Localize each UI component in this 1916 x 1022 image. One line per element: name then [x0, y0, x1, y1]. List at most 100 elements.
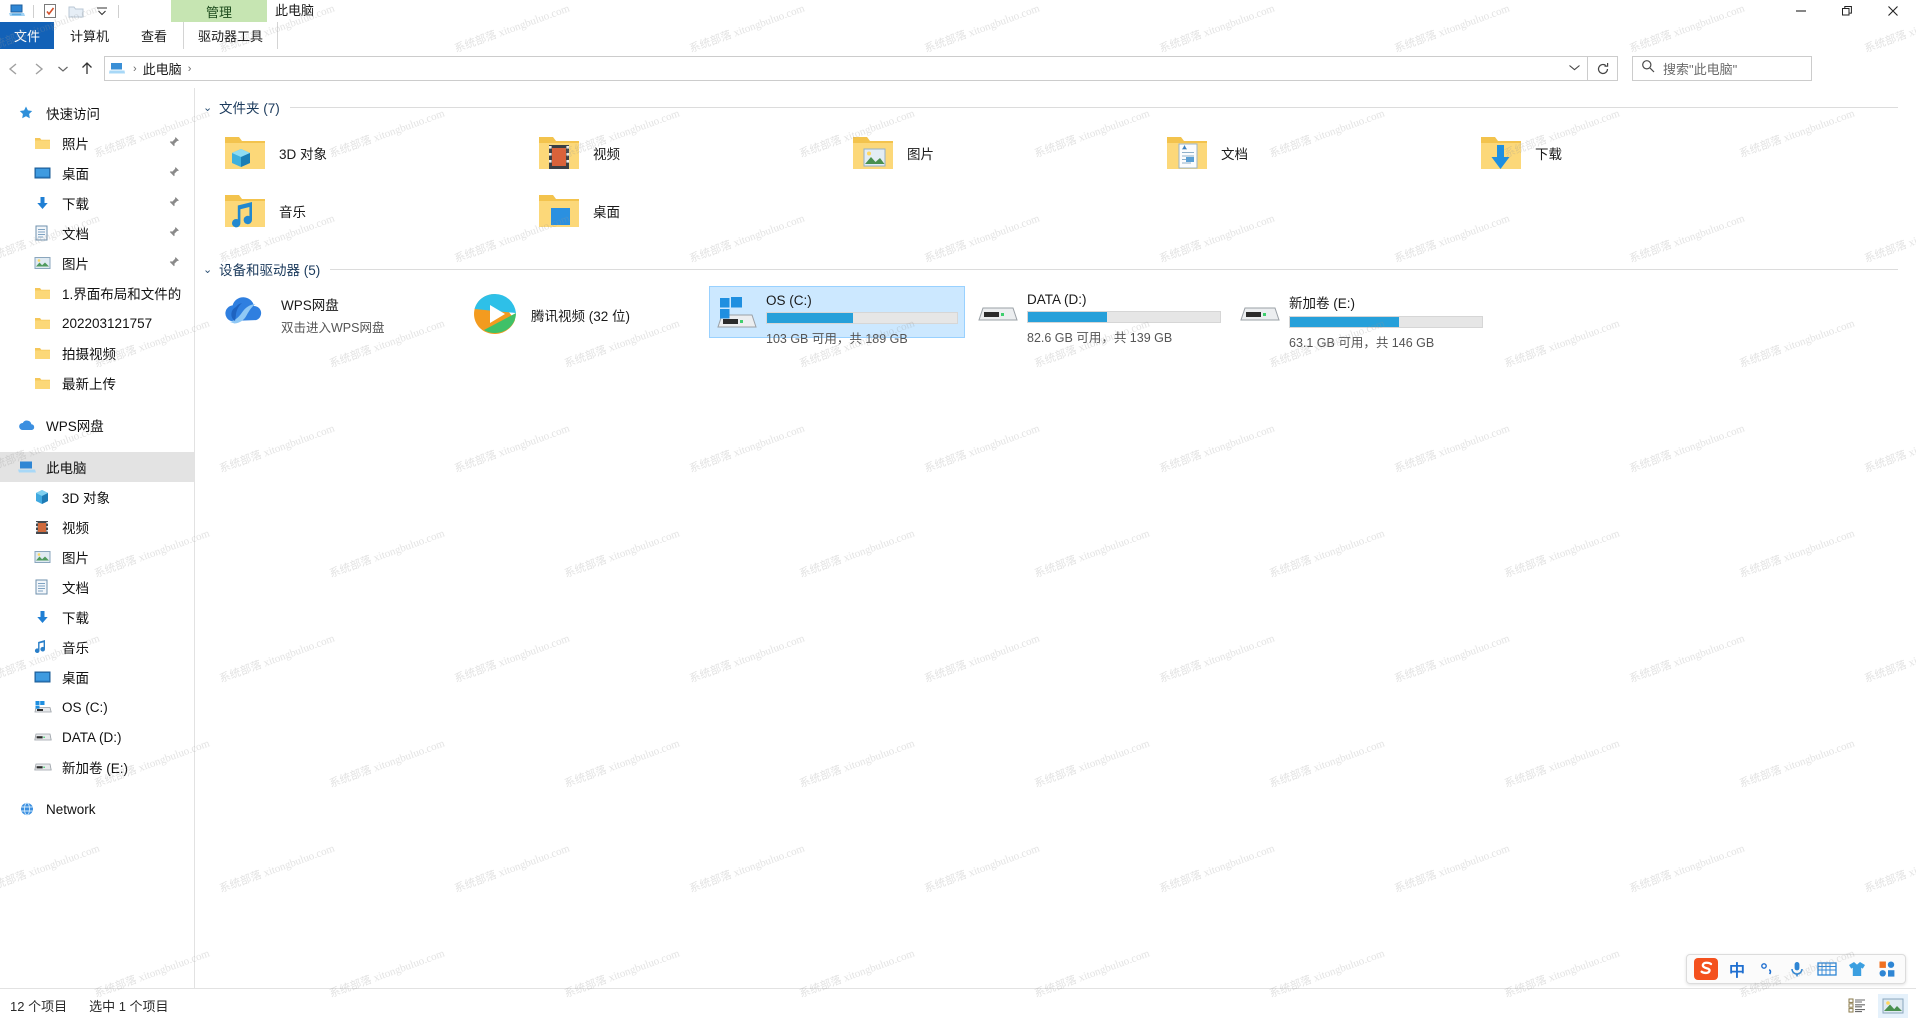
breadcrumb-item-this-pc[interactable]: 此电脑 — [143, 59, 182, 78]
folder-item-downloads[interactable]: 下载 — [1477, 124, 1791, 182]
folder-icon — [34, 283, 56, 303]
sidebar-item-pictures-pc[interactable]: 图片 — [0, 542, 194, 572]
sidebar-item-label: 桌面 — [62, 671, 89, 686]
sidebar-item-label: 图片 — [62, 551, 89, 566]
drive-info: 新加卷 (E:) 63.1 GB 可用，共 146 GB — [1289, 290, 1483, 351]
drive-icon — [977, 290, 1019, 334]
breadcrumb-separator-1[interactable]: › — [182, 63, 198, 75]
pin-icon[interactable] — [168, 136, 180, 151]
sidebar-item-label: 最新上传 — [62, 377, 116, 392]
device-item-wps-cloud[interactable]: WPS网盘 双击进入WPS网盘 — [209, 286, 459, 344]
this-pc-icon[interactable] — [4, 0, 30, 22]
sidebar-item-shot-videos[interactable]: 拍摄视频 — [0, 338, 194, 368]
folder-item-videos[interactable]: 视频 — [535, 124, 849, 182]
chevron-down-icon[interactable]: ⌄ — [203, 263, 219, 276]
windows-drive-icon — [34, 697, 56, 717]
sidebar-item-this-pc[interactable]: 此电脑 — [0, 452, 194, 482]
sidebar-item-documents-pc[interactable]: 文档 — [0, 572, 194, 602]
ime-soft-keyboard[interactable] — [1813, 956, 1841, 982]
pin-icon[interactable] — [168, 256, 180, 271]
ime-skin-center[interactable] — [1843, 956, 1871, 982]
large-icons-view-button[interactable] — [1878, 993, 1908, 1018]
recent-locations-button[interactable] — [52, 54, 74, 84]
tab-file[interactable]: 文件 — [0, 22, 55, 49]
folder-icon — [34, 133, 56, 153]
folder-item-music[interactable]: 音乐 — [221, 182, 535, 240]
sogou-logo-icon[interactable] — [1691, 955, 1721, 983]
details-view-button[interactable] — [1842, 994, 1872, 1018]
sidebar-item-drive-d[interactable]: DATA (D:) — [0, 722, 194, 752]
device-item-tencent-video[interactable]: 腾讯视频 (32 位) — [459, 286, 709, 344]
properties-icon[interactable] — [37, 0, 63, 22]
up-button[interactable] — [74, 54, 100, 84]
sidebar-item-drive-e[interactable]: 新加卷 (E:) — [0, 752, 194, 782]
folder-label: 图片 — [907, 147, 934, 162]
drive-item-c[interactable]: OS (C:) 103 GB 可用，共 189 GB — [709, 286, 965, 346]
sidebar-item-label: 桌面 — [62, 167, 89, 182]
pin-icon[interactable] — [168, 196, 180, 211]
sidebar-item-documents[interactable]: 文档 — [0, 218, 194, 248]
folder-item-documents[interactable]: 文档 — [1163, 124, 1477, 182]
folder-pictures-icon — [849, 129, 897, 177]
drive-label: 新加卷 (E:) — [1289, 296, 1355, 311]
new-folder-icon[interactable] — [63, 0, 89, 22]
group-header-folders[interactable]: ⌄ 文件夹 (7) — [195, 96, 1916, 118]
sidebar-item-photos[interactable]: 照片 — [0, 128, 194, 158]
ime-language-mode[interactable]: 中 — [1723, 956, 1751, 982]
chevron-down-icon[interactable]: ⌄ — [203, 101, 219, 114]
restore-button[interactable] — [1824, 0, 1870, 22]
cloud-icon — [18, 415, 40, 435]
folder-item-pictures[interactable]: 图片 — [849, 124, 1163, 182]
sidebar-gap-3 — [0, 782, 194, 794]
file-explorer-window: 管理 此电脑 文件 计算机 查看 驱动器工具 ? — [0, 0, 1916, 1022]
sidebar-item-network[interactable]: Network — [0, 794, 194, 824]
back-button[interactable] — [0, 54, 26, 84]
sidebar-item-quick-access[interactable]: 快速访问 — [0, 98, 194, 128]
tab-view[interactable]: 查看 — [125, 22, 183, 49]
close-button[interactable] — [1870, 0, 1916, 22]
refresh-button[interactable] — [1588, 56, 1618, 81]
folder-downloads-icon — [1477, 129, 1525, 177]
sidebar-item-pictures[interactable]: 图片 — [0, 248, 194, 278]
sidebar-item-label: 快速访问 — [46, 107, 100, 122]
customize-qat-dropdown[interactable] — [89, 0, 115, 22]
file-list-view[interactable]: ⌄ 文件夹 (7) 3D 对象 视频 图片 文档 下载 音乐 桌面 ⌄ 设备和驱… — [195, 88, 1916, 988]
drive-usage-fill — [1028, 312, 1107, 322]
sidebar-gap-1 — [0, 398, 194, 410]
sidebar-item-desktop[interactable]: 桌面 — [0, 158, 194, 188]
pin-icon[interactable] — [168, 166, 180, 181]
sidebar-item-latest-upload[interactable]: 最新上传 — [0, 368, 194, 398]
sidebar-item-videos[interactable]: 视频 — [0, 512, 194, 542]
sidebar-item-downloads[interactable]: 下载 — [0, 188, 194, 218]
sidebar-item-layout-folder[interactable]: 1.界面布局和文件的 — [0, 278, 194, 308]
sidebar-item-202203121757[interactable]: 202203121757 — [0, 308, 194, 338]
sidebar-item-desktop-pc[interactable]: 桌面 — [0, 662, 194, 692]
sogou-ime-toolbar[interactable]: 中 — [1686, 954, 1906, 984]
address-bar[interactable]: › 此电脑 › — [104, 56, 1588, 81]
folder-item-desktop[interactable]: 桌面 — [535, 182, 849, 240]
sidebar-item-downloads-pc[interactable]: 下载 — [0, 602, 194, 632]
folder-label: 下载 — [1535, 147, 1562, 162]
sidebar-item-music[interactable]: 音乐 — [0, 632, 194, 662]
tab-drive-tools[interactable]: 驱动器工具 — [183, 22, 279, 49]
drive-item-d[interactable]: DATA (D:) 82.6 GB 可用，共 139 GB — [971, 286, 1227, 345]
desktop-icon — [34, 163, 56, 183]
ime-toolbox[interactable] — [1873, 956, 1901, 982]
drive-item-e[interactable]: 新加卷 (E:) 63.1 GB 可用，共 146 GB — [1233, 286, 1489, 350]
group-header-devices[interactable]: ⌄ 设备和驱动器 (5) — [195, 258, 1916, 280]
sidebar-gap-2 — [0, 440, 194, 452]
address-dropdown-icon[interactable] — [1568, 63, 1581, 75]
pin-icon[interactable] — [168, 226, 180, 241]
sidebar-item-drive-c[interactable]: OS (C:) — [0, 692, 194, 722]
ime-punctuation-mode[interactable] — [1753, 956, 1781, 982]
folder-item-3d-objects[interactable]: 3D 对象 — [221, 124, 535, 182]
tab-computer[interactable]: 计算机 — [54, 22, 125, 49]
drive-free-text: 103 GB 可用，共 189 GB — [766, 332, 908, 346]
ime-voice-input[interactable] — [1783, 956, 1811, 982]
navigation-pane[interactable]: 快速访问 照片 桌面 下载 文档 图片 1.界面布局和文件的 202203121… — [0, 88, 195, 988]
search-box[interactable]: 搜索"此电脑" — [1632, 56, 1812, 81]
sidebar-item-3d-objects[interactable]: 3D 对象 — [0, 482, 194, 512]
sidebar-item-wps-cloud[interactable]: WPS网盘 — [0, 410, 194, 440]
minimize-button[interactable] — [1778, 0, 1824, 22]
forward-button[interactable] — [26, 54, 52, 84]
